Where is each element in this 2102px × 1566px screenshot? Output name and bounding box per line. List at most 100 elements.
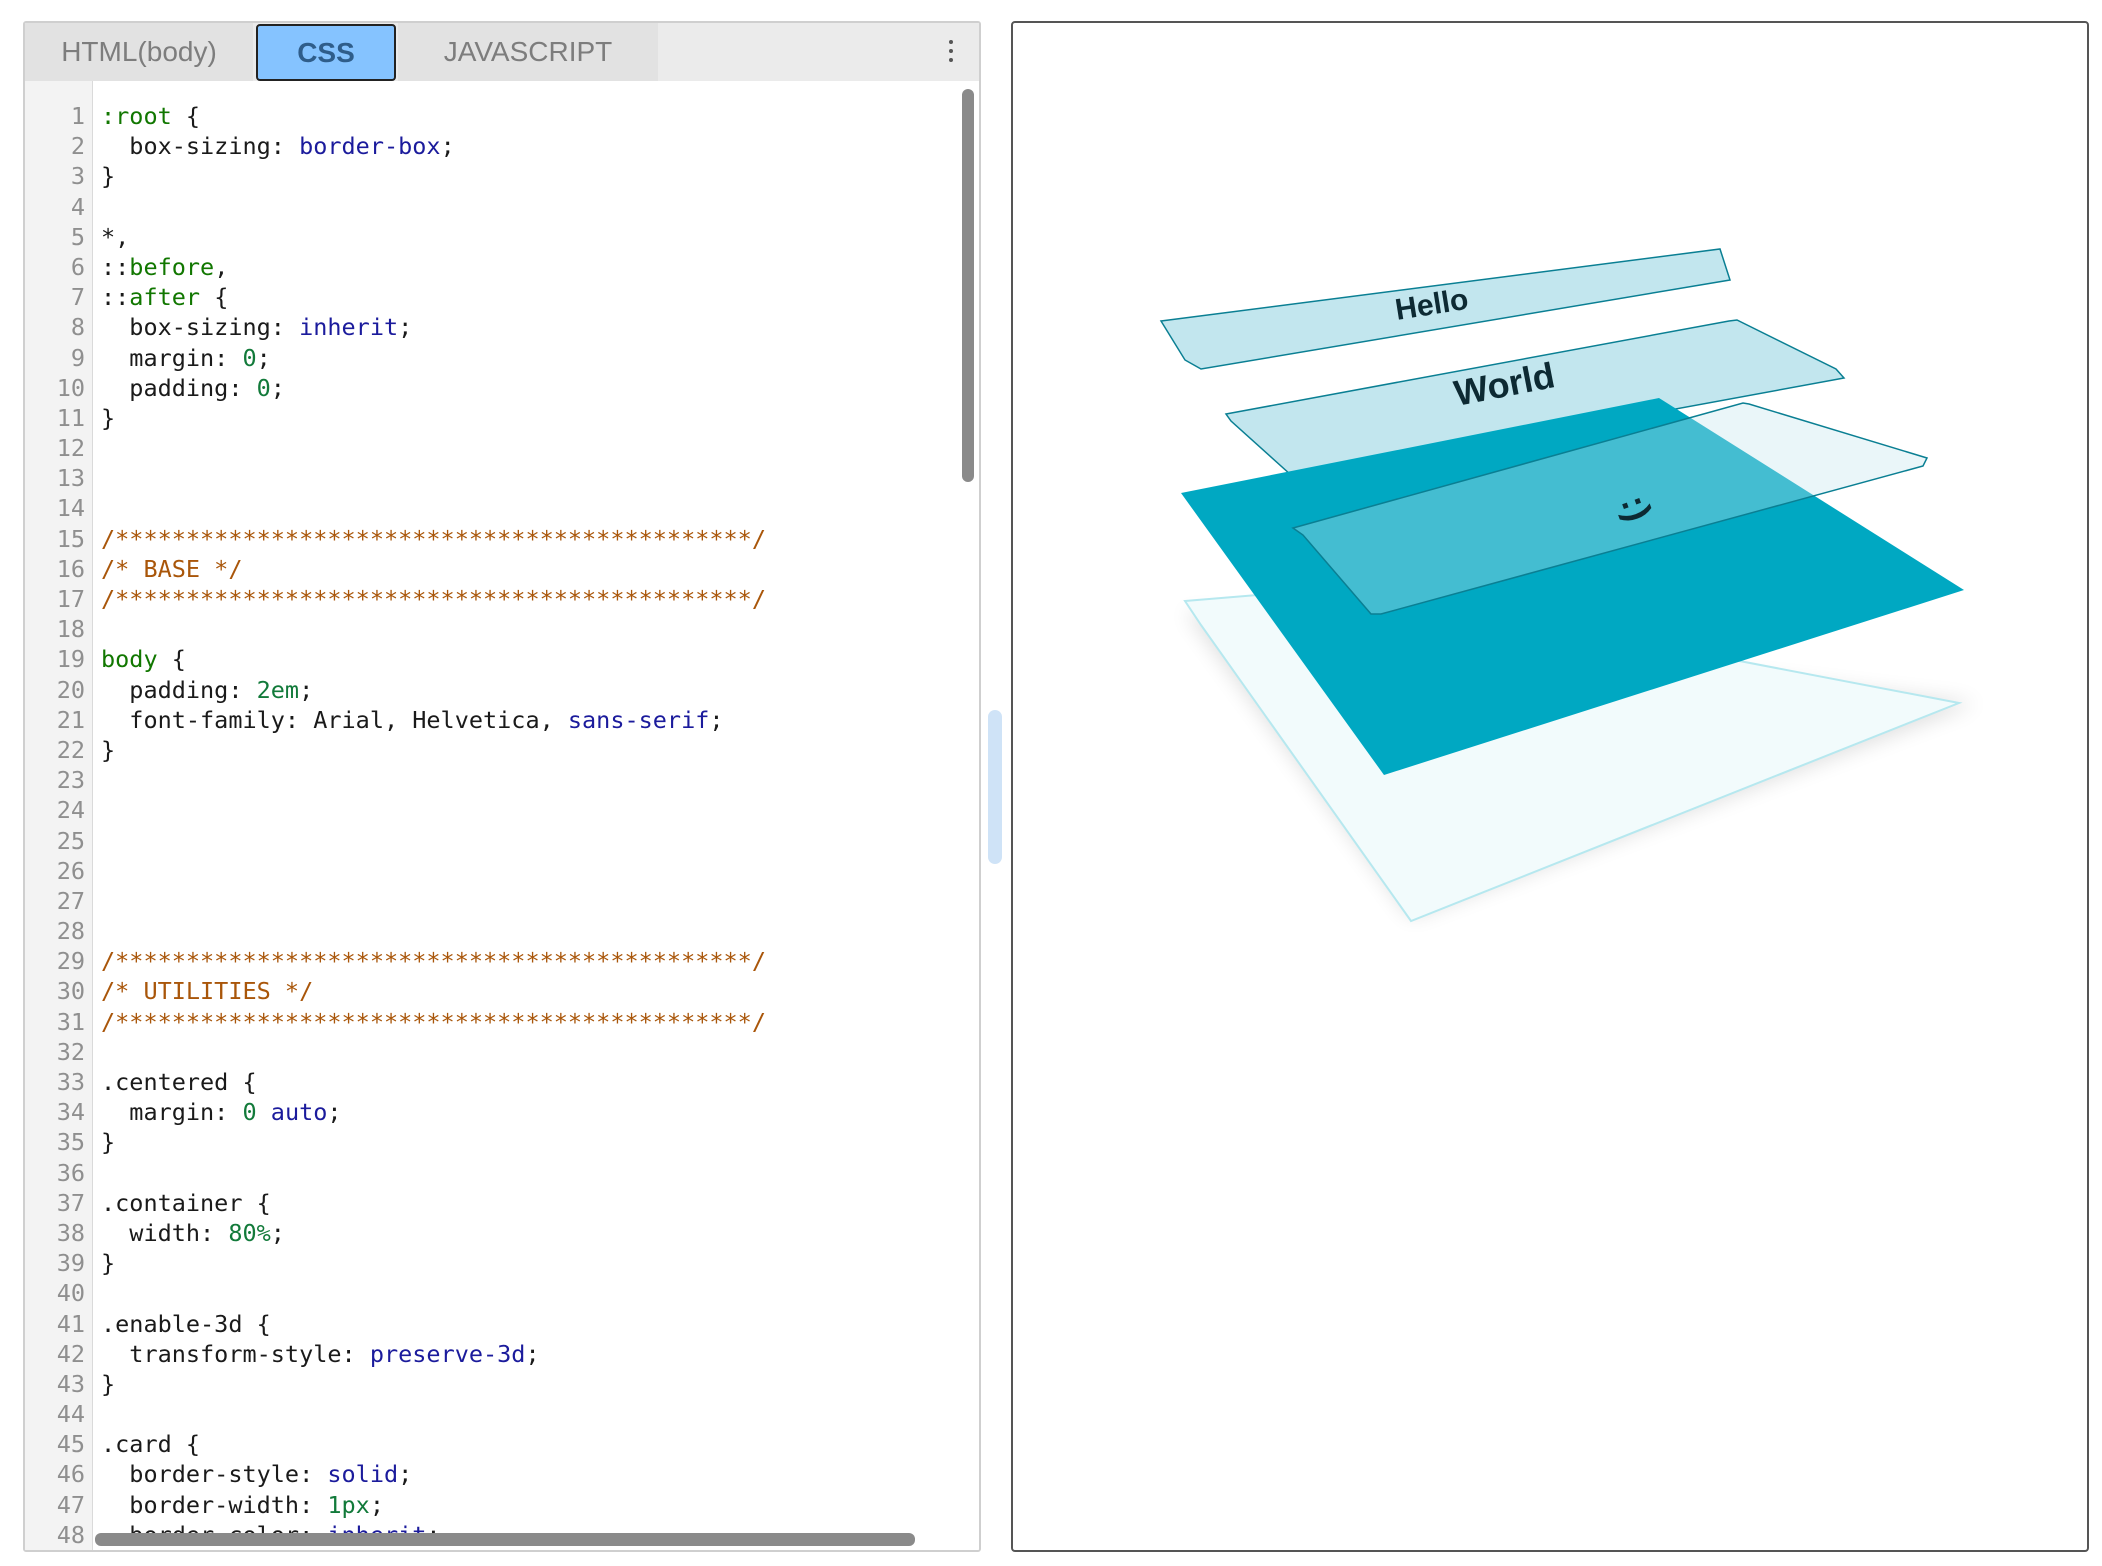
line-number: 28 [56, 917, 85, 946]
line-number: 15 [56, 524, 85, 553]
code-token: sans-serif [567, 705, 710, 734]
code-text: font-family: Arial, Helvetica, sans-seri… [101, 705, 724, 735]
code-token: font-family: Arial, Helvetica, [101, 705, 568, 734]
code-token: margin: [101, 343, 243, 372]
code-token: { [171, 102, 201, 130]
code-token: solid [327, 1460, 399, 1489]
code-token: { [157, 645, 186, 674]
panel-resize-handle[interactable] [988, 710, 1002, 864]
code-token: } [101, 735, 116, 764]
more-options-icon[interactable] [945, 31, 957, 71]
code-token: transform-style: [101, 1339, 370, 1368]
line-number: 12 [56, 434, 85, 463]
line-number: 20 [56, 675, 85, 704]
code-text: padding: 0; [101, 373, 285, 403]
code-token: .container { [101, 1188, 271, 1217]
code-text: box-sizing: border-box; [101, 131, 454, 161]
line-number: 38 [56, 1218, 85, 1247]
tab-html-body[interactable]: HTML(body) [25, 23, 253, 81]
code-token: /***************************************… [101, 947, 766, 976]
line-number: 7 [70, 283, 85, 312]
line-number: 33 [56, 1068, 85, 1096]
code-text: /* BASE */ [101, 554, 242, 584]
code-text: .enable-3d { [101, 1309, 271, 1339]
line-number: 25 [56, 826, 85, 855]
line-number: 39 [56, 1249, 85, 1278]
editor-tab-bar: HTML(body) CSS JAVASCRIPT [25, 23, 979, 81]
code-token: ; [525, 1339, 540, 1368]
code-token: } [101, 403, 116, 432]
code-token: .centered { [101, 1068, 257, 1096]
code-token: /***************************************… [101, 524, 766, 553]
code-text: ::before, [101, 252, 228, 282]
code-token: ; [327, 1098, 342, 1127]
code-token: border-width: [101, 1490, 328, 1519]
code-token: } [101, 1249, 116, 1278]
line-number: 45 [56, 1430, 85, 1459]
line-number: 48 [56, 1520, 85, 1549]
code-token: } [101, 1128, 116, 1157]
code-token: box-sizing: [101, 313, 300, 342]
code-token: box-sizing: [101, 132, 300, 161]
code-token: .card { [101, 1430, 201, 1459]
code-token: ; [299, 675, 314, 704]
line-number: 24 [56, 796, 85, 825]
line-number: 4 [70, 192, 85, 221]
code-text: ::after { [101, 282, 228, 312]
code-token: :: [101, 252, 130, 281]
code-token: ; [398, 313, 413, 342]
code-text: } [101, 1369, 115, 1399]
code-text: } [101, 1127, 115, 1157]
kebab-dot [949, 40, 953, 44]
code-text: /***************************************… [101, 584, 766, 614]
code-token: /***************************************… [101, 585, 766, 613]
code-token: 2em [256, 675, 300, 704]
code-text: transform-style: preserve-3d; [101, 1339, 540, 1369]
vertical-scrollbar[interactable] [962, 89, 974, 482]
code-token: 0 [242, 343, 257, 372]
line-number: 42 [56, 1339, 85, 1368]
line-number: 47 [56, 1490, 85, 1519]
code-text: box-sizing: inherit; [101, 312, 412, 342]
line-number: 23 [56, 766, 85, 795]
horizontal-scrollbar[interactable] [95, 1533, 915, 1546]
code-text: } [101, 735, 115, 765]
code-token: border-style: [101, 1460, 328, 1489]
code-text: /***************************************… [101, 524, 766, 554]
kebab-dot [949, 58, 953, 62]
code-token: border-box [299, 132, 441, 161]
line-number: 37 [56, 1188, 85, 1217]
code-token: width: [101, 1218, 229, 1247]
line-number: 8 [70, 313, 85, 342]
code-text: /* UTILITIES */ [101, 976, 313, 1006]
code-token: after [129, 283, 201, 312]
line-number: 31 [56, 1007, 85, 1036]
code-token: ; [270, 373, 285, 402]
line-number: 17 [56, 585, 85, 613]
code-text: padding: 2em; [101, 675, 313, 705]
3d-cards-preview: Hello World :) [1159, 248, 1977, 923]
code-token: } [101, 1369, 116, 1398]
line-number: 32 [56, 1037, 85, 1066]
code-token: /***************************************… [101, 1007, 766, 1036]
code-text: *, [101, 222, 129, 252]
code-text: body { [101, 644, 186, 674]
tab-css[interactable]: CSS [256, 24, 396, 81]
code-text: /***************************************… [101, 946, 766, 976]
code-token: 80% [228, 1218, 271, 1247]
code-token: ; [709, 705, 724, 734]
code-editor[interactable]: 1:root {2 box-sizing: border-box; 3} 4 5 *, 6… [25, 81, 979, 1550]
code-token: { [200, 283, 229, 312]
code-token: /* BASE */ [101, 554, 243, 583]
code-token: :: [101, 283, 130, 312]
line-number: 11 [56, 403, 85, 432]
line-number: 35 [56, 1128, 85, 1157]
code-text: .container { [101, 1188, 271, 1218]
code-text: margin: 0; [101, 343, 271, 373]
line-number: 36 [56, 1158, 85, 1187]
code-token: inherit [299, 313, 399, 342]
code-token: ; [398, 1460, 413, 1489]
tab-javascript[interactable]: JAVASCRIPT [398, 23, 658, 81]
line-number: 13 [56, 464, 85, 493]
code-token: 0 [256, 373, 271, 402]
